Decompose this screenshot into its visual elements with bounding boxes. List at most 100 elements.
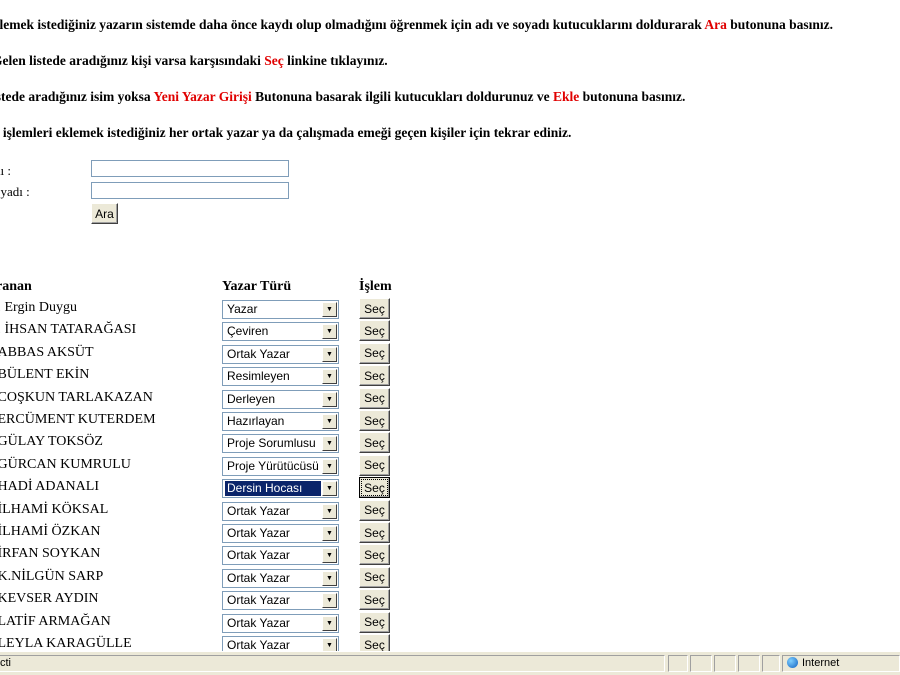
status-cell <box>668 655 688 672</box>
author-name: .İLHAMİ ÖZKAN <box>0 524 101 539</box>
author-type-select[interactable]: Ortak Yazar ▼ <box>222 613 339 633</box>
select-button[interactable]: Seç <box>359 387 390 409</box>
author-name: .. İHSAN TATARAĞASI <box>0 322 137 338</box>
chevron-down-icon[interactable]: ▼ <box>322 302 337 317</box>
author-type-select[interactable]: Ortak Yazar ▼ <box>222 546 339 566</box>
select-button[interactable]: Seç <box>359 611 390 633</box>
chevron-down-icon[interactable]: ▼ <box>322 481 337 497</box>
table-row: .ERCÜMENT KUTERDEM Hazırlayan ▼ Seç <box>0 409 400 431</box>
header-action: İşlem <box>359 279 392 294</box>
select-button[interactable]: Seç <box>359 342 390 364</box>
author-name: .KEVSER AYDIN <box>0 591 99 607</box>
select-button[interactable]: Seç <box>359 589 390 611</box>
author-type-select[interactable]: Hazırlayan ▼ <box>222 412 339 431</box>
chevron-down-icon[interactable]: ▼ <box>322 593 337 609</box>
instruction-1: klemek istediğiniz yazarın sistemde daha… <box>0 17 834 32</box>
author-type-value: Çeviren <box>227 324 269 339</box>
header-name: ranan <box>0 279 32 294</box>
chevron-down-icon[interactable]: ▼ <box>322 570 337 586</box>
author-name: .. Ergin Duygu <box>0 300 77 315</box>
author-name: .LATİF ARMAĞAN <box>0 613 111 629</box>
select-button[interactable]: Seç <box>359 454 390 476</box>
surname-label: oyadı : <box>0 184 30 199</box>
author-name: .COŞKUN TARLAKAZAN <box>0 389 153 405</box>
select-button[interactable]: Seç <box>359 499 390 521</box>
status-cell <box>738 655 760 672</box>
author-name: .HADİ ADANALI <box>0 479 99 495</box>
author-type-value: Proje Sorumlusu <box>227 436 316 451</box>
author-type-select[interactable]: Resimleyen ▼ <box>222 367 339 387</box>
table-row: .K.NİLGÜN SARP Ortak Yazar ▼ Seç <box>0 566 400 588</box>
zone-label: Internet <box>802 657 840 669</box>
chevron-down-icon[interactable]: ▼ <box>322 391 337 407</box>
author-type-value: Ortak Yazar <box>227 593 290 608</box>
author-name: .K.NİLGÜN SARP <box>0 568 104 584</box>
author-type-select[interactable]: Proje Yürütücüsü ▼ <box>222 456 339 476</box>
status-cell <box>714 655 736 672</box>
author-name: .ERCÜMENT KUTERDEM <box>0 412 156 427</box>
table-row: .HADİ ADANALI Dersin Hocası ▼ Seç <box>0 476 400 499</box>
name-input[interactable] <box>91 160 289 177</box>
table-row: .GÜLAY TOKSÖZ Proje Sorumlusu ▼ Seç <box>0 431 400 454</box>
chevron-down-icon[interactable]: ▼ <box>322 548 337 564</box>
chevron-down-icon[interactable]: ▼ <box>322 369 337 385</box>
select-button[interactable]: Seç <box>359 298 390 319</box>
search-button[interactable]: Ara <box>91 203 118 224</box>
status-bar: cti Internet <box>0 651 900 675</box>
select-button[interactable]: Seç <box>359 522 390 543</box>
table-row: .BÜLENT EKİN Resimleyen ▼ Seç <box>0 364 400 387</box>
author-type-value: Resimleyen <box>227 369 290 384</box>
chevron-down-icon[interactable]: ▼ <box>322 346 337 362</box>
author-type-select[interactable]: Proje Sorumlusu ▼ <box>222 434 339 454</box>
author-type-value: Ortak Yazar <box>227 548 290 563</box>
chevron-down-icon[interactable]: ▼ <box>322 436 337 452</box>
select-button[interactable]: Seç <box>359 320 390 342</box>
author-type-value: Derleyen <box>227 391 276 406</box>
table-row: .İLHAMİ KÖKSAL Ortak Yazar ▼ Seç <box>0 499 400 521</box>
instruction-3: istede aradığınız isim yoksa Yeni Yazar … <box>0 89 686 104</box>
author-name: .GÜLAY TOKSÖZ <box>0 434 103 450</box>
author-type-value: Dersin Hocası <box>224 480 322 498</box>
author-type-select[interactable]: Ortak Yazar ▼ <box>222 524 339 543</box>
table-row: .ABBAS AKSÜT Ortak Yazar ▼ Seç <box>0 342 400 364</box>
author-type-select[interactable]: Ortak Yazar ▼ <box>222 591 339 611</box>
select-button[interactable]: Seç <box>359 365 390 387</box>
chevron-down-icon[interactable]: ▼ <box>322 414 337 429</box>
chevron-down-icon[interactable]: ▼ <box>322 324 337 340</box>
author-name: .İRFAN SOYKAN <box>0 546 101 562</box>
author-type-value: Ortak Yazar <box>227 503 290 518</box>
author-type-select[interactable]: Ortak Yazar ▼ <box>222 568 339 588</box>
select-button[interactable]: Seç <box>359 432 390 454</box>
chevron-down-icon[interactable]: ▼ <box>322 615 337 631</box>
select-button[interactable]: Seç <box>359 410 390 431</box>
chevron-down-icon[interactable]: ▼ <box>322 503 337 519</box>
author-type-select[interactable]: Dersin Hocası ▼ <box>222 479 339 499</box>
author-name: .BÜLENT EKİN <box>0 367 90 383</box>
author-type-select[interactable]: Çeviren ▼ <box>222 322 339 342</box>
status-cell <box>762 655 780 672</box>
chevron-down-icon[interactable]: ▼ <box>322 458 337 474</box>
author-type-select[interactable]: Ortak Yazar ▼ <box>222 344 339 364</box>
chevron-down-icon[interactable]: ▼ <box>322 526 337 541</box>
header-type: Yazar Türü <box>222 279 292 294</box>
select-button[interactable]: Seç <box>359 566 390 588</box>
select-button[interactable]: Seç <box>359 477 390 499</box>
name-label: dı : <box>0 163 11 178</box>
status-cell <box>690 655 712 672</box>
globe-icon <box>787 657 798 668</box>
table-row: .GÜRCAN KUMRULU Proje Yürütücüsü ▼ Seç <box>0 454 400 476</box>
table-row: .COŞKUN TARLAKAZAN Derleyen ▼ Seç <box>0 387 400 409</box>
author-type-value: Ortak Yazar <box>227 346 290 361</box>
table-row: .KEVSER AYDIN Ortak Yazar ▼ Seç <box>0 588 400 611</box>
table-row: .. Ergin Duygu Yazar ▼ Seç <box>0 297 400 319</box>
author-type-select[interactable]: Derleyen ▼ <box>222 389 339 409</box>
author-type-select[interactable]: Ortak Yazar ▼ <box>222 501 339 521</box>
author-name: .İLHAMİ KÖKSAL <box>0 501 109 517</box>
author-type-value: Ortak Yazar <box>227 615 290 630</box>
author-type-value: Hazırlayan <box>227 414 285 428</box>
author-name: .ABBAS AKSÜT <box>0 344 94 360</box>
author-type-select[interactable]: Yazar ▼ <box>222 300 339 319</box>
surname-input[interactable] <box>91 182 289 199</box>
table-row: .İRFAN SOYKAN Ortak Yazar ▼ Seç <box>0 543 400 566</box>
select-button[interactable]: Seç <box>359 544 390 566</box>
